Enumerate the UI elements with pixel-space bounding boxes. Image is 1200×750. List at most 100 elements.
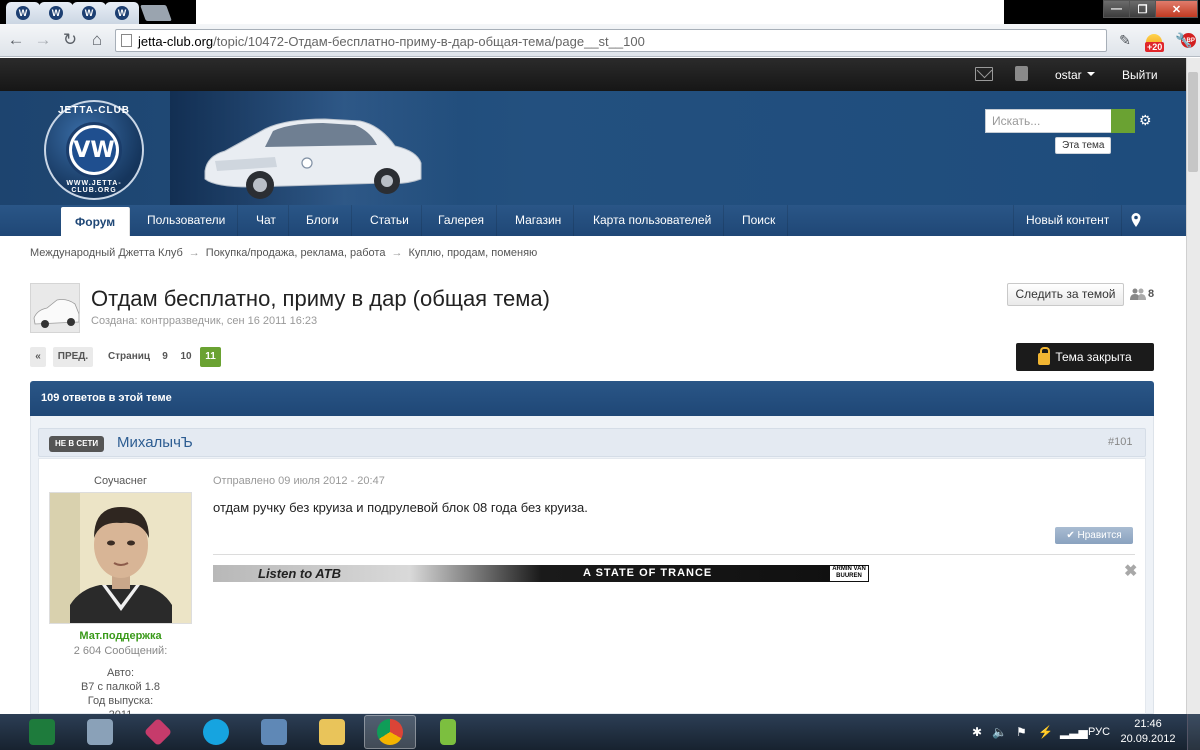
explorer-icon[interactable] [306,715,358,749]
post-body [38,458,1146,714]
network-icon[interactable]: ▂▃▅ [1060,725,1088,739]
messages-icon[interactable] [975,67,993,81]
member-group: Мат.поддержка [79,630,162,642]
nav-new-content[interactable]: Новый контент [1013,205,1123,236]
map-pin-icon[interactable] [1131,213,1141,227]
logo-text-top: JETTA-CLUB [57,105,131,116]
page-link[interactable]: 10 [177,347,195,367]
topic-meta: Создана: контрразведчик, сен 16 2011 16:… [91,315,318,327]
weather-badge: +20 [1145,42,1165,52]
address-bar[interactable]: jetta-club.org/topic/10472-Отдам-бесплат… [115,29,1196,52]
post-number-link[interactable]: #101 [1108,436,1132,448]
close-icon[interactable]: ✖ [1124,561,1137,581]
post-date: Отправлено 09 июля 2012 - 20:47 [213,475,385,487]
primary-nav: Форум Пользователи Чат Блоги Статьи Гале… [0,205,1186,236]
avatar[interactable] [49,492,192,624]
extension-icon[interactable]: ✎ [1115,29,1135,51]
excel-icon[interactable] [16,715,68,749]
prev-page-button[interactable]: ПРЕД. [53,347,93,367]
signature-divider [213,554,1135,555]
signature-text-left: Listen to ATB [258,566,342,581]
topic-starter-avatar[interactable] [30,283,80,333]
author-title: Соучаснег [94,475,147,487]
nav-forum[interactable]: Форум [61,207,131,236]
search-scope-option[interactable]: Эта тема [1055,137,1112,154]
browser-toolbar: ← → ↻ ⌂ jetta-club.org/topic/10472-Отдам… [0,24,1200,57]
user-menu[interactable]: ostar [1055,68,1082,82]
breadcrumb-item[interactable]: Покупка/продажа, реклама, работа [206,247,386,259]
like-button[interactable]: ✔ Нравится [1055,527,1133,544]
wrench-menu-icon[interactable]: 🔧 [1174,29,1194,51]
post-count: 2 604 Сообщений: [73,645,168,657]
power-icon[interactable]: ⚡ [1038,725,1053,739]
clock-time: 21:46 [1134,718,1162,730]
forward-icon[interactable]: → [33,30,53,50]
first-page-button[interactable]: « [30,347,46,367]
back-icon[interactable]: ← [6,30,26,50]
window-close-button[interactable]: ✕ [1155,0,1198,18]
volume-icon[interactable]: 🔈 [992,725,1007,739]
skype-icon[interactable] [190,715,242,749]
notifications-icon[interactable] [1015,66,1028,81]
vw-logo-icon: W [82,6,96,20]
url-text: jetta-club.org/topic/10472-Отдам-бесплат… [138,34,645,49]
control-panel-icon[interactable] [248,715,300,749]
logout-link[interactable]: Выйти [1122,68,1158,82]
window-minimize-button[interactable]: — [1103,0,1130,18]
avatar-photo-image [50,493,191,623]
page-title: Отдам бесплатно, приму в дар (общая тема… [91,286,550,311]
search-button[interactable] [1111,109,1135,133]
app-icon[interactable] [132,715,184,749]
app-icon[interactable] [422,715,474,749]
nav-articles[interactable]: Статьи [358,205,422,236]
nav-search[interactable]: Поиск [730,205,789,236]
home-icon[interactable]: ⌂ [87,30,107,50]
post-text: отдам ручку без круиза и подрулевой блок… [213,500,588,515]
lock-icon [1038,346,1051,365]
browser-tab-strip: W W W W — ❐ ✕ [0,0,1200,24]
page-link[interactable]: 9 [158,347,172,367]
vw-logo-icon: W [16,6,30,20]
clock[interactable]: 21:46 20.09.2012 [1118,717,1178,747]
scrollbar-thumb[interactable] [1188,72,1198,172]
new-tab-button[interactable] [140,5,172,21]
follow-topic-button[interactable]: Следить за темой [1007,283,1124,306]
browser-tab[interactable]: W [105,2,139,24]
topic-locked-badge: Тема закрыта [1016,343,1154,371]
site-logo[interactable]: JETTA-CLUB VW WWW.JETTA-CLUB.ORG [44,100,144,200]
browser-tab[interactable]: W [39,2,73,24]
flag-icon[interactable]: ⚑ [1016,725,1027,739]
like-label: Нравится [1077,530,1122,541]
browser-tab[interactable]: W [72,2,106,24]
nav-users[interactable]: Пользователи [135,205,239,236]
breadcrumb: Международный Джетта Клуб → Покупка/продаж… [30,247,537,259]
nav-shop[interactable]: Магазин [503,205,575,236]
chrome-icon[interactable] [364,715,416,749]
gear-icon[interactable]: ⚙ [1139,112,1152,129]
profile-field-label: Авто: [106,667,135,679]
post-author-link[interactable]: МихалычЪ [117,434,193,451]
nav-user-map[interactable]: Карта пользователей [581,205,725,236]
bluetooth-icon[interactable]: ✱ [972,725,982,739]
nav-gallery[interactable]: Галерея [426,205,498,236]
search-input[interactable] [986,110,1111,132]
followers-count: 8 [1148,288,1155,300]
car-thumbnail-image [31,284,79,332]
nav-blogs[interactable]: Блоги [294,205,352,236]
breadcrumb-item[interactable]: Международный Джетта Клуб [30,247,183,259]
post-header [38,428,1146,457]
vw-logo-icon: W [49,6,63,20]
window-maximize-button[interactable]: ❐ [1129,0,1156,18]
nav-chat[interactable]: Чат [244,205,289,236]
breadcrumb-item[interactable]: Куплю, продам, поменяю [408,247,537,259]
signature-banner[interactable]: Listen to ATB A STATE OF TRANCE ARMIN VA… [213,565,869,582]
signature-text-right: ARMIN VAN BUUREN [830,566,868,581]
browser-tab[interactable]: W [6,2,40,24]
language-indicator[interactable]: РУС [1088,726,1110,738]
clock-date: 20.09.2012 [1120,733,1176,745]
calculator-icon[interactable] [74,715,126,749]
search-box [985,109,1112,133]
reload-icon[interactable]: ↻ [60,30,80,50]
show-desktop-button[interactable] [1187,714,1200,750]
logo-text-bottom: WWW.JETTA-CLUB.ORG [66,180,122,194]
